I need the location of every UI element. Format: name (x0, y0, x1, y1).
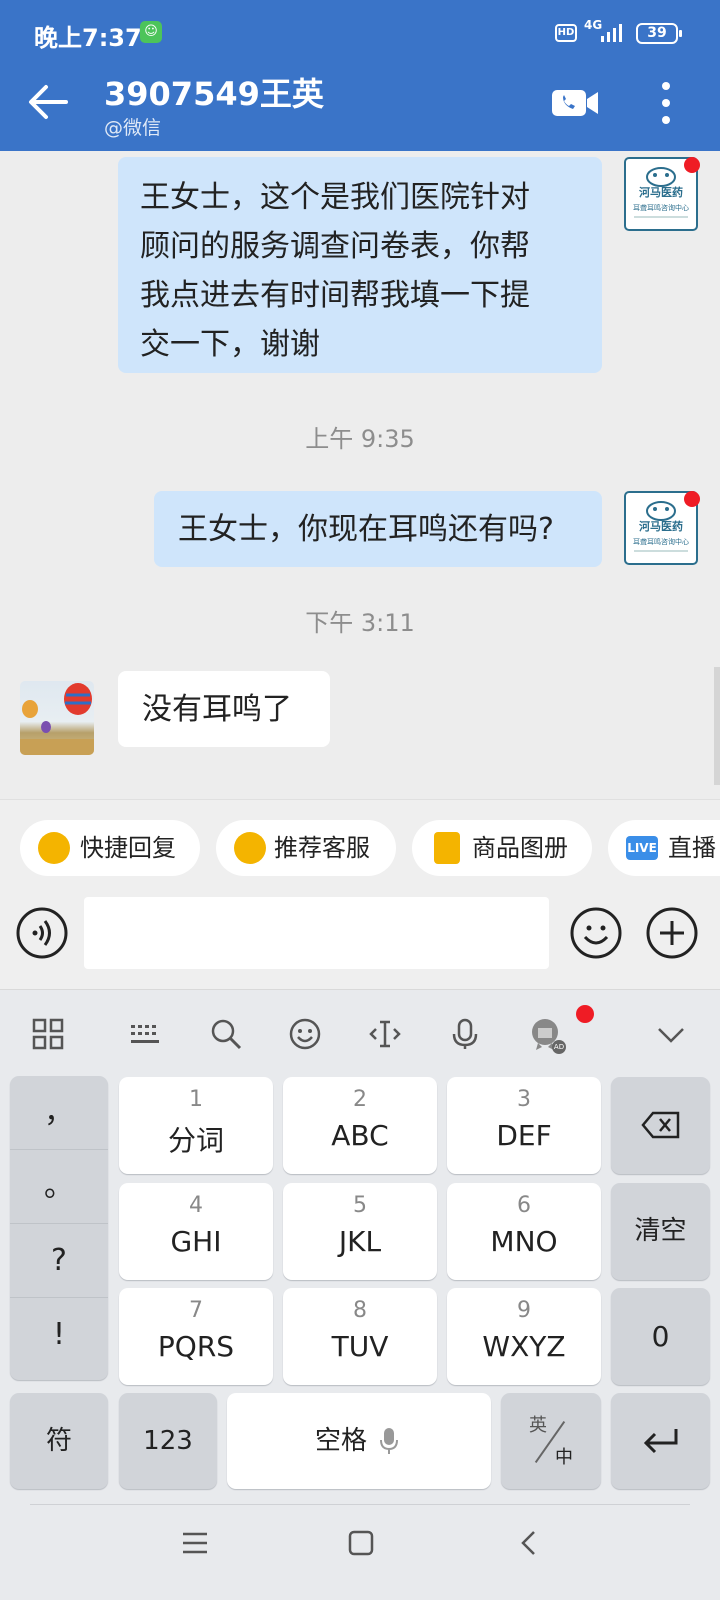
live-icon: LIVE (626, 836, 658, 860)
message-text: 交一下，谢谢 (140, 327, 320, 362)
chat-bubble-icon (234, 832, 266, 864)
backspace-icon (641, 1111, 680, 1139)
menu-nav-icon[interactable] (182, 1532, 208, 1554)
exclaim-key[interactable]: ! (10, 1298, 108, 1372)
message-input[interactable] (84, 897, 549, 969)
chat-title: 3907549王英 (104, 75, 324, 113)
message-text: 顾问的服务调查问卷表，你帮 (140, 229, 530, 264)
key-7[interactable]: 7 PQRS (119, 1288, 273, 1385)
key-8[interactable]: 8 TUV (283, 1288, 437, 1385)
quick-reply-chip[interactable]: 快捷回复 (20, 820, 200, 876)
hd-icon: HD (555, 24, 577, 42)
battery-icon: 39 (636, 23, 682, 44)
enter-icon (643, 1429, 678, 1454)
space-mic-icon (380, 1428, 398, 1454)
delete-key[interactable] (611, 1077, 710, 1174)
key-4[interactable]: 4 GHI (119, 1183, 273, 1280)
key-1[interactable]: 1 分词 (119, 1077, 273, 1174)
back-arrow-icon[interactable] (26, 82, 70, 122)
message-text: 我点进去有时间帮我填一下提 (140, 278, 530, 313)
status-bar: 晚上7:37 ☺ HD 4G 39 (0, 0, 720, 68)
keyboard-layout-icon[interactable] (128, 1017, 162, 1051)
balloons-photo-icon (20, 683, 94, 755)
message-bubble[interactable]: 王女士，这个是我们医院针对 顾问的服务调查问卷表，你帮 我点进去有时间帮我填一下… (118, 157, 602, 373)
notification-dot (576, 1005, 594, 1023)
unread-dot (684, 157, 700, 173)
space-key[interactable]: 空格 (227, 1393, 491, 1489)
recommend-service-chip[interactable]: 推荐客服 (216, 820, 396, 876)
app-notification-icon: ☺ (140, 21, 162, 43)
apps-grid-icon[interactable] (31, 1017, 65, 1051)
key-5[interactable]: 5 JKL (283, 1183, 437, 1280)
back-nav-icon[interactable] (518, 1530, 538, 1556)
key-2[interactable]: 2 ABC (283, 1077, 437, 1174)
scrollbar[interactable] (714, 667, 720, 785)
message-text: 王女士，这个是我们医院针对 (140, 180, 530, 215)
divider (30, 1504, 690, 1505)
system-nav-bar (0, 1496, 720, 1600)
search-icon[interactable] (209, 1017, 243, 1051)
message-text: 没有耳鸣了 (142, 692, 292, 727)
chat-messages[interactable]: 王女士，这个是我们医院针对 顾问的服务调查问卷表，你帮 我点进去有时间帮我填一下… (0, 151, 720, 799)
signal-icon (601, 24, 622, 42)
emoji-keyboard-icon[interactable] (288, 1017, 322, 1051)
comma-key[interactable]: ， (10, 1076, 108, 1150)
emoji-icon[interactable] (570, 907, 622, 959)
cursor-move-icon[interactable] (368, 1017, 402, 1051)
key-9[interactable]: 9 WXYZ (447, 1288, 601, 1385)
svg-text:耳聋耳鸣咨询中心: 耳聋耳鸣咨询中心 (633, 203, 689, 212)
question-key[interactable]: ? (10, 1224, 108, 1298)
enter-key[interactable] (611, 1393, 710, 1489)
quick-action-bar: 快捷回复 推荐客服 商品图册 LIVE 直播 (0, 799, 720, 897)
key-6[interactable]: 6 MNO (447, 1183, 601, 1280)
chat-subtitle: @微信 (104, 117, 162, 139)
contact-avatar[interactable] (20, 681, 94, 755)
home-nav-icon[interactable] (348, 1530, 374, 1556)
plus-icon[interactable] (646, 907, 698, 959)
message-text: 王女士，你现在耳鸣还有吗? (178, 512, 554, 547)
more-menu-icon[interactable] (659, 82, 673, 124)
key-3[interactable]: 3 DEF (447, 1077, 601, 1174)
clear-key[interactable]: 清空 (611, 1183, 710, 1280)
unread-dot (684, 491, 700, 507)
document-icon (434, 832, 460, 864)
quick-reply-icon (38, 832, 70, 864)
message-bubble[interactable]: 王女士，你现在耳鸣还有吗? (154, 491, 602, 567)
symbol-key[interactable]: 符 (10, 1393, 108, 1489)
svg-text:河马医药: 河马医药 (639, 519, 683, 533)
microphone-icon[interactable] (448, 1017, 482, 1051)
input-bar (0, 897, 720, 989)
live-chip[interactable]: LIVE 直播 (608, 820, 720, 876)
video-call-icon[interactable] (551, 87, 601, 119)
punctuation-column[interactable]: ， 。 ? ! (10, 1076, 108, 1380)
zero-key[interactable]: 0 (611, 1288, 710, 1385)
svg-text:耳聋耳鸣咨询中心: 耳聋耳鸣咨询中心 (633, 537, 689, 546)
voice-input-icon[interactable] (16, 907, 68, 959)
period-key[interactable]: 。 (10, 1150, 108, 1224)
chat-header: 晚上7:37 ☺ HD 4G 39 3907549王英 @微信 (0, 0, 720, 151)
timestamp: 上午 9:35 (305, 425, 415, 453)
language-switch-key[interactable]: 英 中 (501, 1393, 601, 1489)
collapse-keyboard-icon[interactable] (654, 1017, 688, 1051)
svg-text:河马医药: 河马医药 (639, 185, 683, 199)
ad-label: AD (552, 1040, 566, 1054)
status-time: 晚上7:37 (34, 24, 142, 52)
number-mode-key[interactable]: 123 (119, 1393, 217, 1489)
product-album-chip[interactable]: 商品图册 (412, 820, 592, 876)
timestamp: 下午 3:11 (305, 609, 415, 637)
message-bubble[interactable]: 没有耳鸣了 (118, 671, 330, 747)
